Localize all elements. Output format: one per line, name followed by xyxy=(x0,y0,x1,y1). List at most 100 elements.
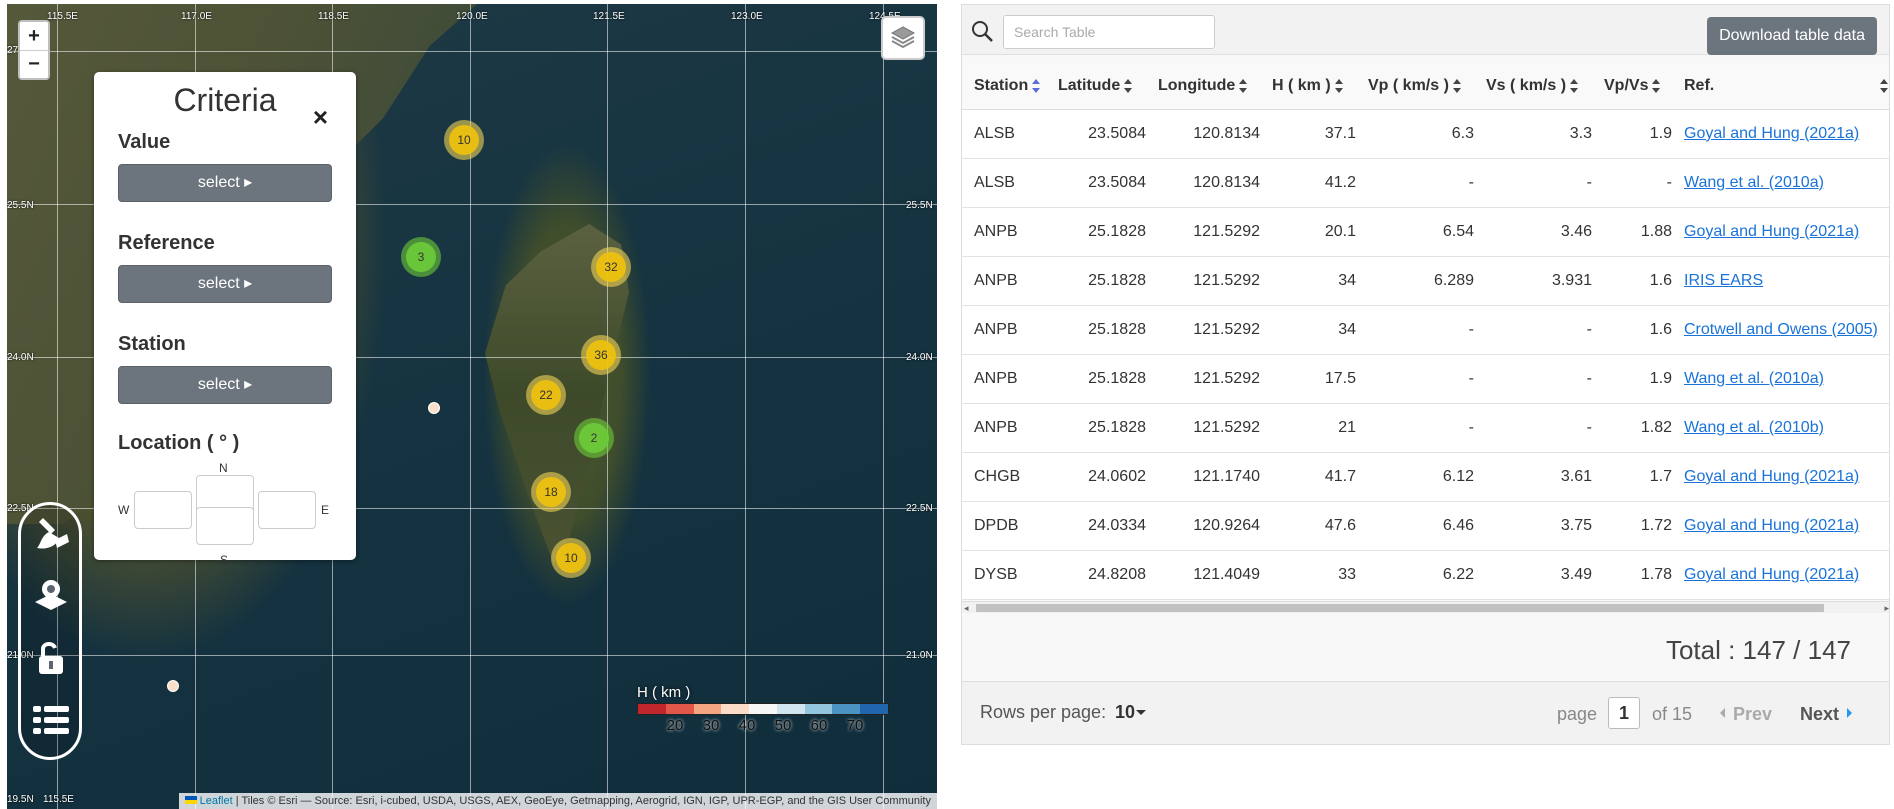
data-table: Station Latitude Longitude H ( km ) Vp (… xyxy=(962,63,1889,600)
map-view[interactable]: 115.5E 117.0E 118.5E 120.0E 121.5E 123.0… xyxy=(7,4,937,809)
map-location-tool-button[interactable] xyxy=(29,575,73,621)
search-icon xyxy=(970,19,994,48)
south-bound-input[interactable] xyxy=(196,507,254,545)
next-page-button[interactable]: Next xyxy=(1800,704,1853,725)
station-cluster-marker[interactable]: 36 xyxy=(581,335,621,375)
scrollbar-thumb[interactable] xyxy=(976,604,1824,612)
map-tool-bar xyxy=(18,502,82,760)
station-cluster-marker[interactable]: 10 xyxy=(551,538,591,578)
total-row: Total : 147 / 147 xyxy=(962,625,1889,681)
station-cluster-marker[interactable]: 2 xyxy=(574,418,614,458)
table-cell: 33 xyxy=(1266,550,1362,600)
station-marker[interactable] xyxy=(428,402,440,414)
layers-button[interactable] xyxy=(881,16,925,60)
criteria-panel: Criteria × Value select ▸ Reference sele… xyxy=(94,72,356,567)
east-bound-input[interactable] xyxy=(258,491,316,529)
layers-icon xyxy=(889,22,917,55)
sort-icon xyxy=(1880,79,1888,93)
reference-link[interactable]: Wang et al. (2010a) xyxy=(1684,174,1824,191)
table-cell: - xyxy=(1362,305,1480,355)
chevron-left-icon xyxy=(1720,708,1725,718)
station-cluster-marker[interactable]: 18 xyxy=(531,472,571,512)
reference-link[interactable]: Goyal and Hung (2021a) xyxy=(1684,125,1859,142)
reference-link[interactable]: Goyal and Hung (2021a) xyxy=(1684,223,1859,240)
value-select-button[interactable]: select ▸ xyxy=(118,164,332,202)
table-cell: 120.9264 xyxy=(1152,501,1266,551)
column-header-vp[interactable]: Vp ( km/s ) xyxy=(1362,63,1480,110)
legend-color-bar xyxy=(637,703,889,715)
page-number-input[interactable]: 1 xyxy=(1608,697,1640,729)
reference-link[interactable]: Goyal and Hung (2021a) xyxy=(1684,468,1859,485)
legend-tick: 50 xyxy=(774,717,792,734)
table-cell: 121.5292 xyxy=(1152,354,1266,404)
unlock-tool-button[interactable] xyxy=(29,637,73,683)
grid-label-top: 118.5E xyxy=(318,11,349,22)
table-cell: - xyxy=(1362,158,1480,208)
download-table-button[interactable]: Download table data xyxy=(1707,17,1877,55)
cell-reference: Goyal and Hung (2021a) xyxy=(1678,452,1889,502)
reference-link[interactable]: IRIS EARS xyxy=(1684,272,1763,289)
table-cell: 24.0602 xyxy=(1052,452,1152,502)
prev-page-button[interactable]: Prev xyxy=(1720,704,1772,725)
station-select-button[interactable]: select ▸ xyxy=(118,366,332,404)
legend-tick: 60 xyxy=(810,717,828,734)
total-count: Total : 147 / 147 xyxy=(1665,635,1851,665)
column-header-label: Station xyxy=(974,76,1029,94)
horizontal-scrollbar[interactable]: ◂ ▸ xyxy=(962,601,1889,614)
column-header-latitude[interactable]: Latitude xyxy=(1052,63,1152,110)
station-cluster-marker[interactable]: 32 xyxy=(591,247,631,287)
column-header-label: Vp/Vs xyxy=(1604,76,1649,94)
table-cell: 6.54 xyxy=(1362,207,1480,257)
table-body: ALSB 23.5084 120.8134 37.1 6.3 3.3 1.9 Goyal an… xyxy=(962,109,1889,600)
table-cell: 1.88 xyxy=(1598,207,1678,257)
zoom-out-button[interactable]: − xyxy=(20,50,48,78)
list-view-tool-button[interactable] xyxy=(29,699,73,745)
column-header-vpvs[interactable]: Vp/Vs xyxy=(1598,63,1678,110)
zoom-in-button[interactable]: + xyxy=(20,22,48,50)
station-cluster-marker[interactable]: 3 xyxy=(401,237,441,277)
search-table-input[interactable] xyxy=(1003,15,1215,49)
reference-link[interactable]: Wang et al. (2010a) xyxy=(1684,370,1824,387)
scroll-left-arrow-icon[interactable]: ◂ xyxy=(964,603,969,614)
chevron-down-icon[interactable] xyxy=(1136,710,1146,715)
scroll-right-arrow-icon[interactable]: ▸ xyxy=(1884,603,1889,614)
column-header-longitude[interactable]: Longitude xyxy=(1152,63,1266,110)
station-marker[interactable] xyxy=(167,680,179,692)
reference-link[interactable]: Crotwell and Owens (2005) xyxy=(1684,321,1878,338)
west-label: W xyxy=(118,503,130,517)
page-label: page xyxy=(1557,704,1598,724)
sort-icon xyxy=(1124,78,1133,93)
table-cell: 3.75 xyxy=(1480,501,1598,551)
east-label: E xyxy=(321,503,330,517)
reference-select-button[interactable]: select ▸ xyxy=(118,265,332,303)
table-cell: 1.82 xyxy=(1598,403,1678,453)
table-cell: 6.46 xyxy=(1362,501,1480,551)
column-header-ref[interactable]: Ref. xyxy=(1678,63,1889,110)
station-cluster-marker[interactable]: 10 xyxy=(444,120,484,160)
column-header-station[interactable]: Station xyxy=(962,63,1052,110)
grid-line xyxy=(607,4,608,809)
reference-link[interactable]: Goyal and Hung (2021a) xyxy=(1684,566,1859,583)
west-bound-input[interactable] xyxy=(134,491,192,529)
cluster-count: 18 xyxy=(536,477,566,507)
column-header-h[interactable]: H ( km ) xyxy=(1266,63,1362,110)
station-cluster-marker[interactable]: 22 xyxy=(526,375,566,415)
reference-link[interactable]: Goyal and Hung (2021a) xyxy=(1684,517,1859,534)
table-cell: 3.46 xyxy=(1480,207,1598,257)
leaflet-link[interactable]: Leaflet xyxy=(200,795,233,807)
close-criteria-button[interactable]: × xyxy=(313,102,328,133)
filter-tool-button[interactable] xyxy=(29,513,73,559)
criteria-title: Criteria xyxy=(173,82,277,118)
column-header-vs[interactable]: Vs ( km/s ) xyxy=(1480,63,1598,110)
cluster-count: 2 xyxy=(579,423,609,453)
table-toolbar: Download table data xyxy=(962,5,1889,55)
cell-station: ANPB xyxy=(962,207,1052,257)
rows-per-page-select[interactable]: 10 xyxy=(1115,702,1135,723)
column-header-label: Longitude xyxy=(1158,76,1236,94)
column-header-label: H ( km ) xyxy=(1272,76,1331,94)
table-cell: 41.7 xyxy=(1266,452,1362,502)
table-cell: 6.22 xyxy=(1362,550,1480,600)
reference-link[interactable]: Wang et al. (2010b) xyxy=(1684,419,1824,436)
next-label: Next xyxy=(1800,704,1840,724)
unlock-icon xyxy=(31,638,71,683)
